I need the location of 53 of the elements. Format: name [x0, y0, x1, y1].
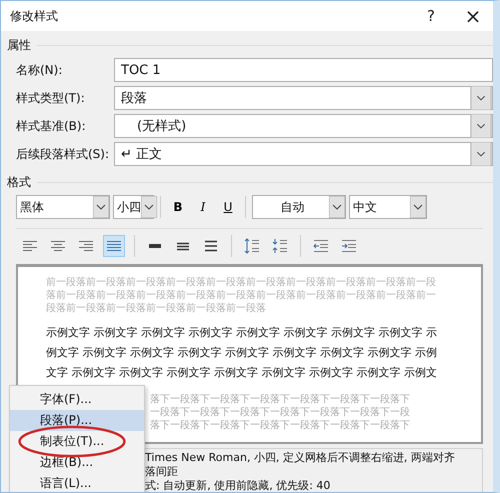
format-toggle[interactable]: B: [167, 196, 189, 218]
align-left-icon: [22, 240, 38, 252]
align-justify-button[interactable]: [103, 235, 125, 257]
style-description-text: 落间距: [145, 465, 178, 479]
style-dropdown[interactable]: (无样式): [114, 114, 493, 138]
next-paragraph-text: 一段落下一段落下一段落下一段落下一段落下一段落下一段: [150, 406, 410, 419]
language-dropdown[interactable]: 中文: [349, 195, 427, 219]
menu-item[interactable]: 段落(P)...: [10, 410, 144, 431]
chevron-icon: [470, 114, 492, 138]
menu-item[interactable]: 字体(F)...: [10, 389, 144, 410]
menu-item[interactable]: 边框(B)...: [10, 452, 144, 473]
indent-increase-icon: [341, 240, 357, 252]
help-button[interactable]: ?: [411, 1, 451, 31]
field-label: 名称(N):: [15, 62, 64, 78]
window-title: 修改样式: [10, 8, 59, 24]
next-paragraph-text: 落下一段落下一段落下一段落下一段落下一段落下一段落下: [150, 393, 410, 406]
format-toggle[interactable]: I: [192, 196, 214, 218]
menu-item[interactable]: 制表位(T)...: [10, 431, 144, 452]
chevron-icon: [410, 196, 426, 218]
style-description-text: 式: 自动更新, 使用前隐藏, 优先级: 40: [145, 479, 330, 492]
menu-item[interactable]: 语言(L)...: [10, 473, 144, 492]
align-center-icon: [50, 240, 66, 252]
format-toggle[interactable]: U: [217, 196, 239, 218]
section-heading: 格式: [7, 174, 31, 190]
indent-decrease-icon: [313, 240, 329, 252]
paragraph-spacing-decrease-icon: [272, 238, 288, 254]
next-paragraph-text: 落下一段落下一段落下一段落下一段落下一段落下一段落下: [150, 419, 410, 432]
chevron-icon: [93, 196, 109, 218]
chevron-icon: [470, 86, 492, 110]
style-dropdown[interactable]: 段落: [114, 86, 493, 110]
name-field[interactable]: TOC 1: [114, 58, 493, 82]
chevron-icon: [329, 196, 345, 218]
section-heading: 属性: [7, 36, 31, 54]
chevron-icon: [141, 196, 157, 218]
field-label: 样式类型(T):: [15, 90, 86, 106]
color-dropdown[interactable]: 自动: [252, 195, 346, 219]
close-button[interactable]: ×: [453, 1, 493, 31]
paragraph-spacing-increase-icon: [244, 238, 260, 254]
line-spacing-one-half-icon: [175, 240, 191, 252]
sample-text: 文字 示例文字 示例文字 示例文字 示例文字 示例文字 示例文字 示例文字 示例文: [46, 365, 437, 381]
style-description-text: Times New Roman, 小四, 定义网格后不调整右缩进, 两端对齐: [145, 451, 455, 465]
line-spacing-double-icon: [203, 240, 219, 252]
align-right-icon: [78, 240, 94, 252]
field-label: 后续段落样式(S):: [15, 146, 110, 162]
font-dropdown[interactable]: 黑体: [16, 195, 110, 219]
sample-text: 示例文字 示例文字 示例文字 示例文字 示例文字 示例文字 示例文字 示例文字 示: [46, 325, 437, 341]
previous-paragraph-text: 前一段落前一段落前一段落前一段落前一段落前一段落前一段落前一段落前一段落前一段落前一段落前一段落前一段落前一段落前一段落前一段落前一段落前一段落前一段落前一段落前一段落前一段落前一段落前一段落前一段落: [46, 276, 437, 315]
sample-text: 例文字 示例文字 示例文字 示例文字 示例文字 示例文字 示例文字 示例文字 示例: [46, 345, 437, 361]
align-justify-icon: [106, 240, 122, 252]
field-label: 样式基准(B):: [15, 118, 87, 134]
chevron-icon: [470, 142, 492, 166]
style-dropdown[interactable]: ↵ 正文: [114, 142, 493, 166]
size-dropdown[interactable]: 小四: [113, 195, 154, 219]
